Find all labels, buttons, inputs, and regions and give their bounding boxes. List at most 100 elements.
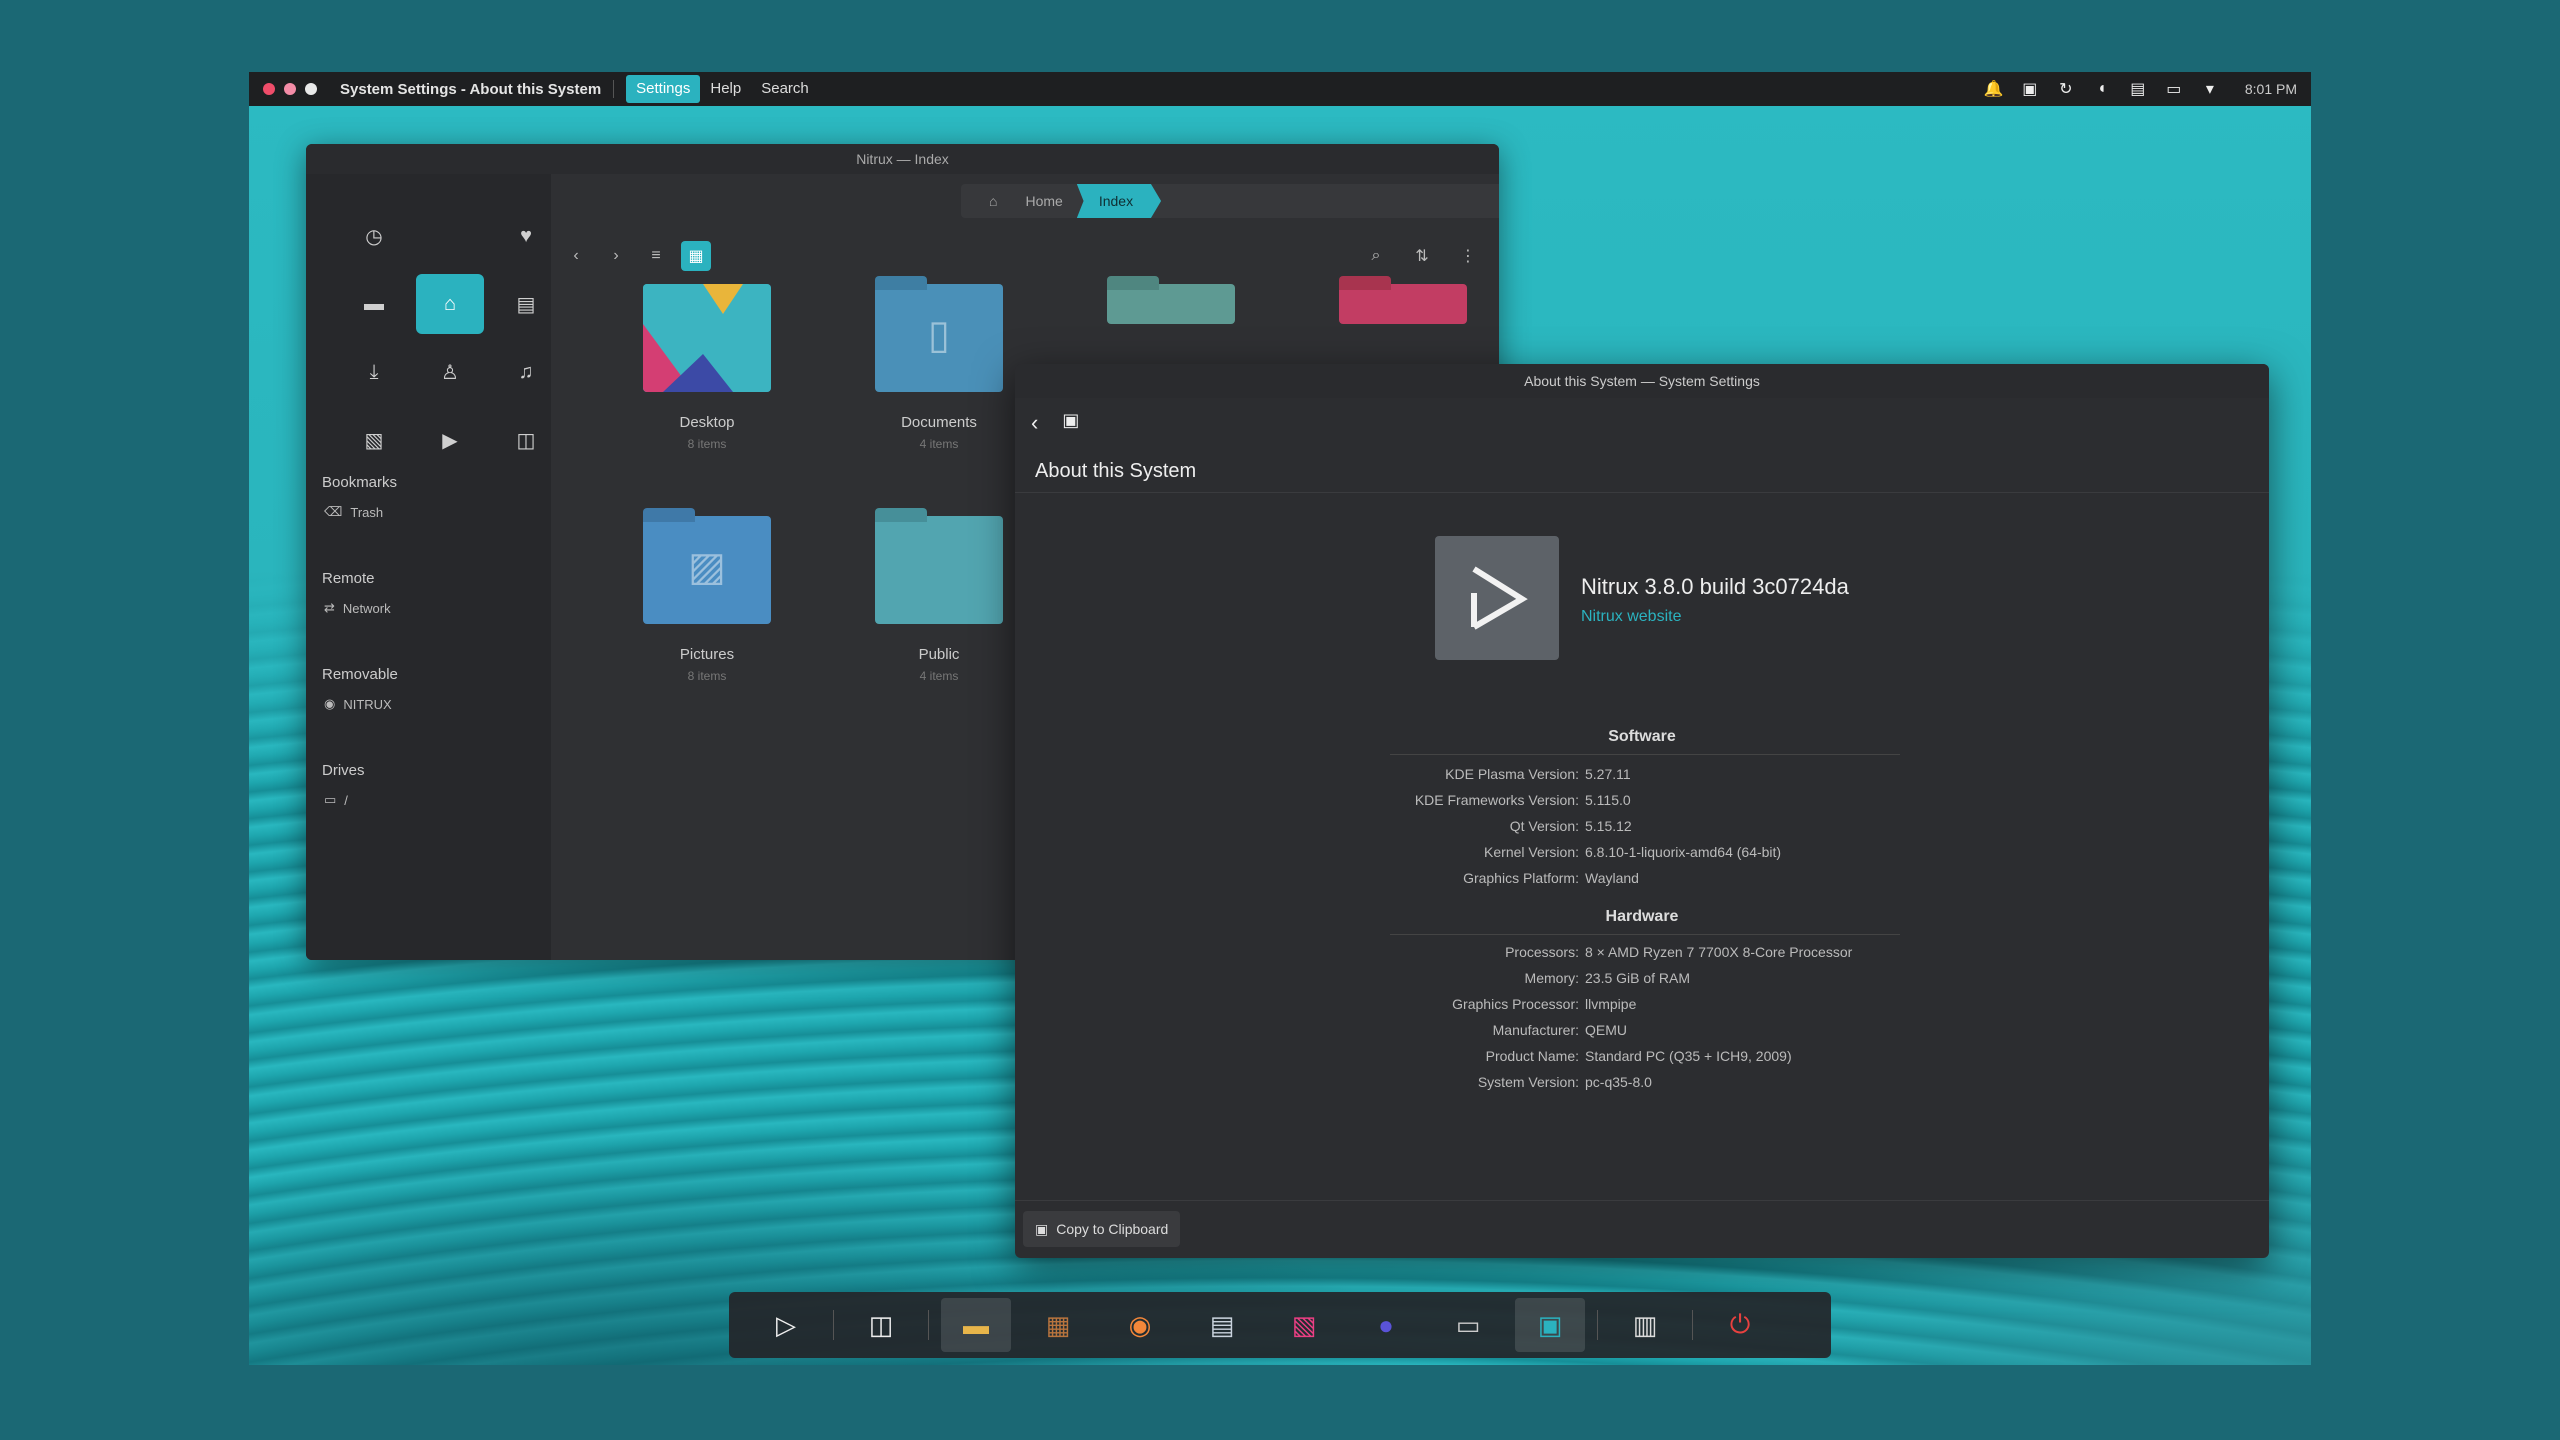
text-editor-icon[interactable]: ▤ xyxy=(1187,1298,1257,1352)
info-value: llvmpipe xyxy=(1585,996,1637,1012)
divider xyxy=(613,80,615,98)
disc-icon: ◉ xyxy=(324,696,336,711)
breadcrumb-current[interactable]: Index xyxy=(1076,184,1162,218)
device-icon[interactable]: ▤ xyxy=(2129,80,2147,98)
breadcrumb-home[interactable]: Home xyxy=(1011,184,1076,218)
public-folder-icon xyxy=(875,508,1003,624)
info-row: KDE Frameworks Version: 5.115.0 xyxy=(1015,792,2269,808)
menu-help[interactable]: Help xyxy=(700,75,751,103)
drive-icon: ▭ xyxy=(324,792,337,807)
sidebar-item-root[interactable]: ▭ / xyxy=(324,792,348,808)
breadcrumb[interactable]: ⌂ Home Index xyxy=(961,184,1499,218)
file-name: Desktop xyxy=(679,414,735,431)
copy-to-clipboard-button[interactable]: ▣ Copy to Clipboard xyxy=(1023,1211,1181,1247)
system-settings-icon[interactable]: ▣ xyxy=(1515,1298,1585,1352)
display-icon[interactable]: ▭ xyxy=(2165,80,2183,98)
places-grid: ◷ ♥ ▬ ⌂ ▤ ⤓ ♙ ♫ ▧ ▶ ◫ xyxy=(336,202,536,474)
maximize-window-button[interactable] xyxy=(305,83,317,95)
dock: ▷ ◫ ▬ ▦ ◉ ▤ ▧ ● ▭ ▣ ▥ ⏻ xyxy=(729,1292,1831,1358)
grid-view-icon[interactable]: ▦ xyxy=(681,241,711,271)
image-viewer-icon[interactable]: ▧ xyxy=(1269,1298,1339,1352)
music-place-icon[interactable]: ♫ xyxy=(492,342,560,402)
file-manager-icon[interactable]: ▬ xyxy=(941,1298,1011,1352)
close-window-button[interactable] xyxy=(263,83,275,95)
list-view-icon[interactable]: ≡ xyxy=(641,241,671,271)
os-website-link[interactable]: Nitrux website xyxy=(1581,608,1681,626)
back-icon[interactable]: ‹ xyxy=(1031,410,1038,436)
sidebar-section-bookmarks: Bookmarks xyxy=(322,474,398,491)
network-icon: ⇄ xyxy=(324,600,335,615)
trash-icon[interactable]: ▥ xyxy=(1610,1298,1680,1352)
archive-icon[interactable]: ▦ xyxy=(1023,1298,1093,1352)
image-icon: ▨ xyxy=(688,545,726,589)
divider xyxy=(1692,1310,1693,1340)
document-icon: ▯ xyxy=(927,313,950,357)
trash-icon: ⌫ xyxy=(324,504,343,519)
home-place-icon[interactable]: ⌂ xyxy=(416,274,484,334)
info-row: Graphics Processor: llvmpipe xyxy=(1015,996,2269,1012)
file-meta: 4 items xyxy=(919,437,959,451)
desktop-place-icon[interactable]: ▬ xyxy=(340,274,408,334)
minimize-window-button[interactable] xyxy=(284,83,296,95)
videos-place-icon[interactable]: ▶ xyxy=(416,410,484,470)
folder-icon xyxy=(1339,276,1467,324)
clipboard-icon[interactable]: ▣ xyxy=(2021,80,2039,98)
about-footer: ▣ Copy to Clipboard xyxy=(1015,1200,2269,1258)
power-icon[interactable]: ⏻ xyxy=(1705,1298,1775,1352)
terminal-icon[interactable]: ▭ xyxy=(1433,1298,1503,1352)
placeholder-cell xyxy=(416,206,484,266)
info-row: KDE Plasma Version: 5.27.11 xyxy=(1015,766,2269,782)
volume-icon[interactable]: ◖ xyxy=(2093,80,2111,98)
pictures-place-icon[interactable]: ▧ xyxy=(340,410,408,470)
info-key: Qt Version: xyxy=(1509,818,1579,834)
hardware-section-title: Hardware xyxy=(1605,908,1679,925)
favorites-icon[interactable]: ♥ xyxy=(492,206,560,266)
menu-settings[interactable]: Settings xyxy=(626,75,701,103)
documents-place-icon[interactable]: ▤ xyxy=(492,274,560,334)
sidebar-section-removable: Removable xyxy=(322,666,398,683)
recent-icon[interactable]: ◷ xyxy=(340,206,408,266)
workspaces-icon[interactable]: ◫ xyxy=(846,1298,916,1352)
info-value: pc-q35-8.0 xyxy=(1585,1074,1652,1090)
desktop-wallpaper-art xyxy=(643,284,771,392)
sort-icon[interactable]: ⇅ xyxy=(1407,241,1437,271)
menu-icon[interactable]: ⋮ xyxy=(1453,241,1483,271)
file-name: Documents xyxy=(901,414,977,431)
file-meta: 4 items xyxy=(919,669,959,683)
info-value: 8 × AMD Ryzen 7 7700X 8-Core Processor xyxy=(1585,944,1853,960)
launcher-icon[interactable]: ▷ xyxy=(751,1298,821,1352)
sidebar-item-network[interactable]: ⇄ Network xyxy=(324,600,391,616)
back-icon[interactable]: ‹ xyxy=(561,241,591,271)
notifications-icon[interactable]: 🔔 xyxy=(1984,80,2004,98)
sidebar-item-label: Network xyxy=(342,600,391,616)
clock[interactable]: 8:01 PM xyxy=(2245,81,2297,97)
save-icon[interactable]: ▣ xyxy=(1062,410,1079,436)
info-row: Manufacturer: QEMU xyxy=(1015,1022,2269,1038)
info-row: Graphics Platform: Wayland xyxy=(1015,870,2269,886)
sidebar-item-trash[interactable]: ⌫ Trash xyxy=(324,504,383,520)
public-place-icon[interactable]: ◫ xyxy=(492,410,560,470)
user-place-icon[interactable]: ♙ xyxy=(416,342,484,402)
sidebar-item-nitrux[interactable]: ◉ NITRUX xyxy=(324,696,392,712)
menu-search[interactable]: Search xyxy=(751,75,819,103)
firefox-icon[interactable]: ◉ xyxy=(1105,1298,1175,1352)
info-row: System Version: pc-q35-8.0 xyxy=(1015,1074,2269,1090)
desktop: System Settings - About this System Sett… xyxy=(249,72,2311,1365)
info-key: Memory: xyxy=(1524,970,1579,986)
breadcrumb-home-icon[interactable]: ⌂ xyxy=(975,184,1011,218)
info-row: Processors: 8 × AMD Ryzen 7 7700X 8-Core … xyxy=(1015,944,2269,960)
active-window-title: System Settings - About this System xyxy=(340,80,602,98)
file-desktop[interactable]: Desktop 8 items xyxy=(591,284,823,516)
about-window-title: About this System — System Settings xyxy=(1015,364,2269,398)
system-tray: 🔔 ▣ ↻ ◖ ▤ ▭ ▾ 8:01 PM xyxy=(1984,80,2297,98)
nitrux-logo-icon xyxy=(1435,536,1559,660)
divider xyxy=(1390,754,1900,755)
search-icon[interactable]: ⌕ xyxy=(1361,241,1391,271)
forward-icon[interactable]: › xyxy=(601,241,631,271)
sidebar-item-label: NITRUX xyxy=(343,696,392,712)
media-player-icon[interactable]: ● xyxy=(1351,1298,1421,1352)
network-icon[interactable]: ▾ xyxy=(2201,80,2219,98)
update-icon[interactable]: ↻ xyxy=(2057,80,2075,98)
file-pictures[interactable]: ▨ Pictures 8 items xyxy=(591,508,823,748)
downloads-place-icon[interactable]: ⤓ xyxy=(340,342,408,402)
